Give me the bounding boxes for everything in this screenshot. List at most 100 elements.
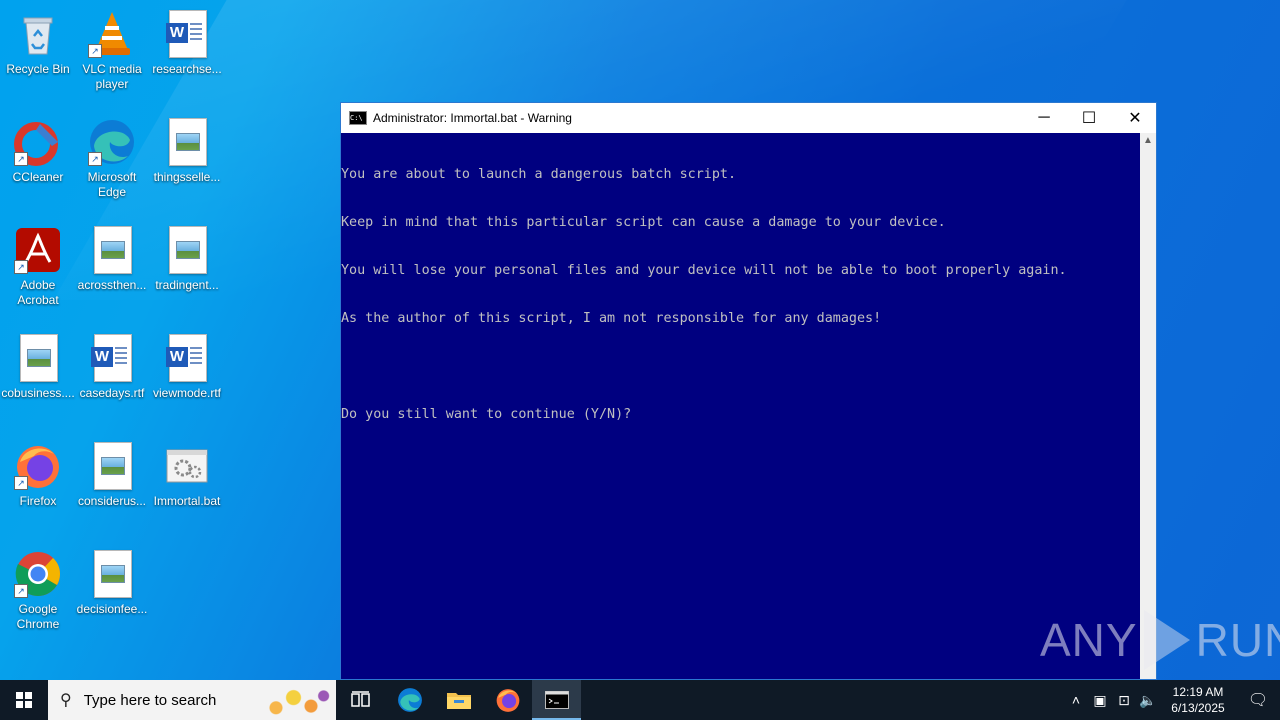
desktop-icon-researchse[interactable]: W researchse... (149, 2, 225, 77)
desktop-icon-adobe-acrobat[interactable]: ↗ Adobe Acrobat (0, 218, 76, 308)
firefox-icon: ↗ (14, 442, 62, 490)
desktop-icon-label: VLC media player (82, 62, 142, 91)
task-view-button[interactable] (336, 680, 385, 720)
desktop-icon-label: considerus... (77, 494, 147, 508)
desktop-icon-immortal-bat[interactable]: Immortal.bat (149, 434, 225, 509)
watermark-right-text: RUN (1195, 614, 1280, 666)
acrobat-icon: ↗ (14, 226, 62, 274)
word-document-icon: W (163, 334, 211, 382)
shortcut-arrow-icon: ↗ (14, 260, 28, 274)
console-icon (544, 691, 569, 709)
maximize-button[interactable]: ☐ (1066, 103, 1112, 133)
shortcut-arrow-icon: ↗ (88, 152, 102, 166)
vlc-icon: ↗ (88, 10, 136, 58)
close-button[interactable]: ✕ (1112, 103, 1158, 133)
desktop-icon-considerus[interactable]: considerus... (74, 434, 150, 509)
taskbar-search-box[interactable]: ⚲ Type here to search (48, 680, 336, 720)
desktop-icon-recycle-bin[interactable]: Recycle Bin (0, 2, 76, 77)
console-line: You will lose your personal files and yo… (341, 263, 1067, 278)
taskbar: ⚲ Type here to search ˄ ▣ ⊡ 🔈 12:19 AM 6… (0, 680, 1280, 720)
vertical-scrollbar[interactable]: ▲ (1140, 133, 1156, 679)
desktop-icon-ccleaner[interactable]: ↗ CCleaner (0, 110, 76, 185)
folder-icon (446, 693, 471, 709)
console-line: Keep in mind that this particular script… (341, 215, 946, 230)
shortcut-arrow-icon: ↗ (14, 584, 28, 598)
ccleaner-icon: ↗ (14, 118, 62, 166)
console-icon: C:\ (349, 111, 367, 125)
window-titlebar[interactable]: C:\ Administrator: Immortal.bat - Warnin… (341, 103, 1156, 133)
taskbar-clock[interactable]: 12:19 AM 6/13/2025 (1160, 684, 1236, 716)
image-file-icon (88, 550, 136, 598)
desktop-icon-label: CCleaner (12, 170, 64, 184)
console-line: You are about to launch a dangerous batc… (341, 167, 737, 182)
minimize-button[interactable]: ─ (1021, 103, 1067, 133)
desktop-icon-label: Firefox (19, 494, 57, 508)
meet-now-icon[interactable]: ▣ (1088, 692, 1112, 709)
desktop-icon-label: casedays.rtf (79, 386, 145, 400)
desktop-icon-microsoft-edge[interactable]: ↗ Microsoft Edge (74, 110, 150, 200)
scroll-up-arrow-icon[interactable]: ▲ (1140, 133, 1156, 149)
desktop-icon-label: thingsselle... (153, 170, 221, 184)
anyrun-watermark: ANY RUN (1040, 610, 1280, 670)
task-view-icon (350, 691, 370, 707)
system-tray: ˄ ▣ ⊡ 🔈 12:19 AM 6/13/2025 🗨 (1064, 680, 1280, 720)
desktop-icon-label: researchse... (152, 62, 222, 76)
taskbar-firefox-button[interactable] (483, 680, 532, 720)
search-highlight-flowers-icon (262, 684, 332, 718)
desktop-icon-cobusiness[interactable]: cobusiness.... (0, 326, 76, 401)
firefox-icon (496, 689, 519, 712)
word-document-icon: W (88, 334, 136, 382)
desktop-icon-acrossthen[interactable]: acrossthen... (74, 218, 150, 293)
edge-icon (397, 688, 422, 712)
word-document-icon: W (163, 10, 211, 58)
image-file-icon (14, 334, 62, 382)
desktop-icon-label: Immortal.bat (153, 494, 221, 508)
search-placeholder: Type here to search (83, 691, 217, 709)
play-triangle-icon (1143, 610, 1190, 670)
console-prompt: Do you still want to continue (Y/N)? (341, 407, 632, 422)
network-icon[interactable]: ⊡ (1112, 692, 1136, 709)
clock-date: 6/13/2025 (1171, 701, 1225, 715)
desktop-icon-label: cobusiness.... (1, 386, 75, 400)
shortcut-arrow-icon: ↗ (14, 152, 28, 166)
image-file-icon (163, 118, 211, 166)
desktop-icon-firefox[interactable]: ↗ Firefox (0, 434, 76, 509)
watermark-left-text: ANY (1040, 614, 1138, 666)
desktop-icon-label: Recycle Bin (6, 62, 70, 76)
shortcut-arrow-icon: ↗ (14, 476, 28, 490)
batch-file-icon (163, 442, 211, 490)
desktop-icon-thingsselle[interactable]: thingsselle... (149, 110, 225, 185)
image-file-icon (88, 442, 136, 490)
desktop-icon-label: Microsoft Edge (87, 170, 137, 199)
chevron-up-icon[interactable]: ˄ (1064, 692, 1088, 708)
chrome-icon: ↗ (14, 550, 62, 598)
desktop-icon-google-chrome[interactable]: ↗ Google Chrome (0, 542, 76, 632)
desktop-icon-vlc[interactable]: ↗ VLC media player (74, 2, 150, 92)
desktop-icon-label: Adobe Acrobat (17, 278, 59, 307)
desktop-icon-tradingent[interactable]: tradingent... (149, 218, 225, 293)
notification-center-icon[interactable]: 🗨 (1236, 690, 1280, 710)
image-file-icon (163, 226, 211, 274)
windows-logo-icon (16, 692, 32, 708)
desktop-icon-casedays[interactable]: W casedays.rtf (74, 326, 150, 401)
window-title: Administrator: Immortal.bat - Warning (373, 111, 572, 125)
taskbar-edge-button[interactable] (385, 680, 434, 720)
console-output[interactable]: You are about to launch a dangerous batc… (341, 133, 1140, 679)
desktop-icon-label: Google Chrome (16, 602, 60, 631)
search-icon: ⚲ (60, 692, 72, 709)
recycle-bin-icon (14, 10, 62, 58)
volume-icon[interactable]: 🔈 (1136, 692, 1160, 709)
desktop-icon-decisionfee[interactable]: decisionfee... (74, 542, 150, 617)
desktop-icon-viewmode[interactable]: W viewmode.rtf (149, 326, 225, 401)
taskbar-file-explorer-button[interactable] (434, 680, 483, 720)
edge-icon: ↗ (88, 118, 136, 166)
desktop-icon-label: viewmode.rtf (152, 386, 222, 400)
desktop-icon-label: acrossthen... (77, 278, 147, 292)
image-file-icon (88, 226, 136, 274)
start-button[interactable] (0, 680, 48, 720)
taskbar-console-button[interactable] (532, 680, 581, 720)
console-window[interactable]: C:\ Administrator: Immortal.bat - Warnin… (340, 102, 1157, 680)
desktop-icon-label: decisionfee... (76, 602, 148, 616)
clock-time: 12:19 AM (1172, 685, 1224, 699)
